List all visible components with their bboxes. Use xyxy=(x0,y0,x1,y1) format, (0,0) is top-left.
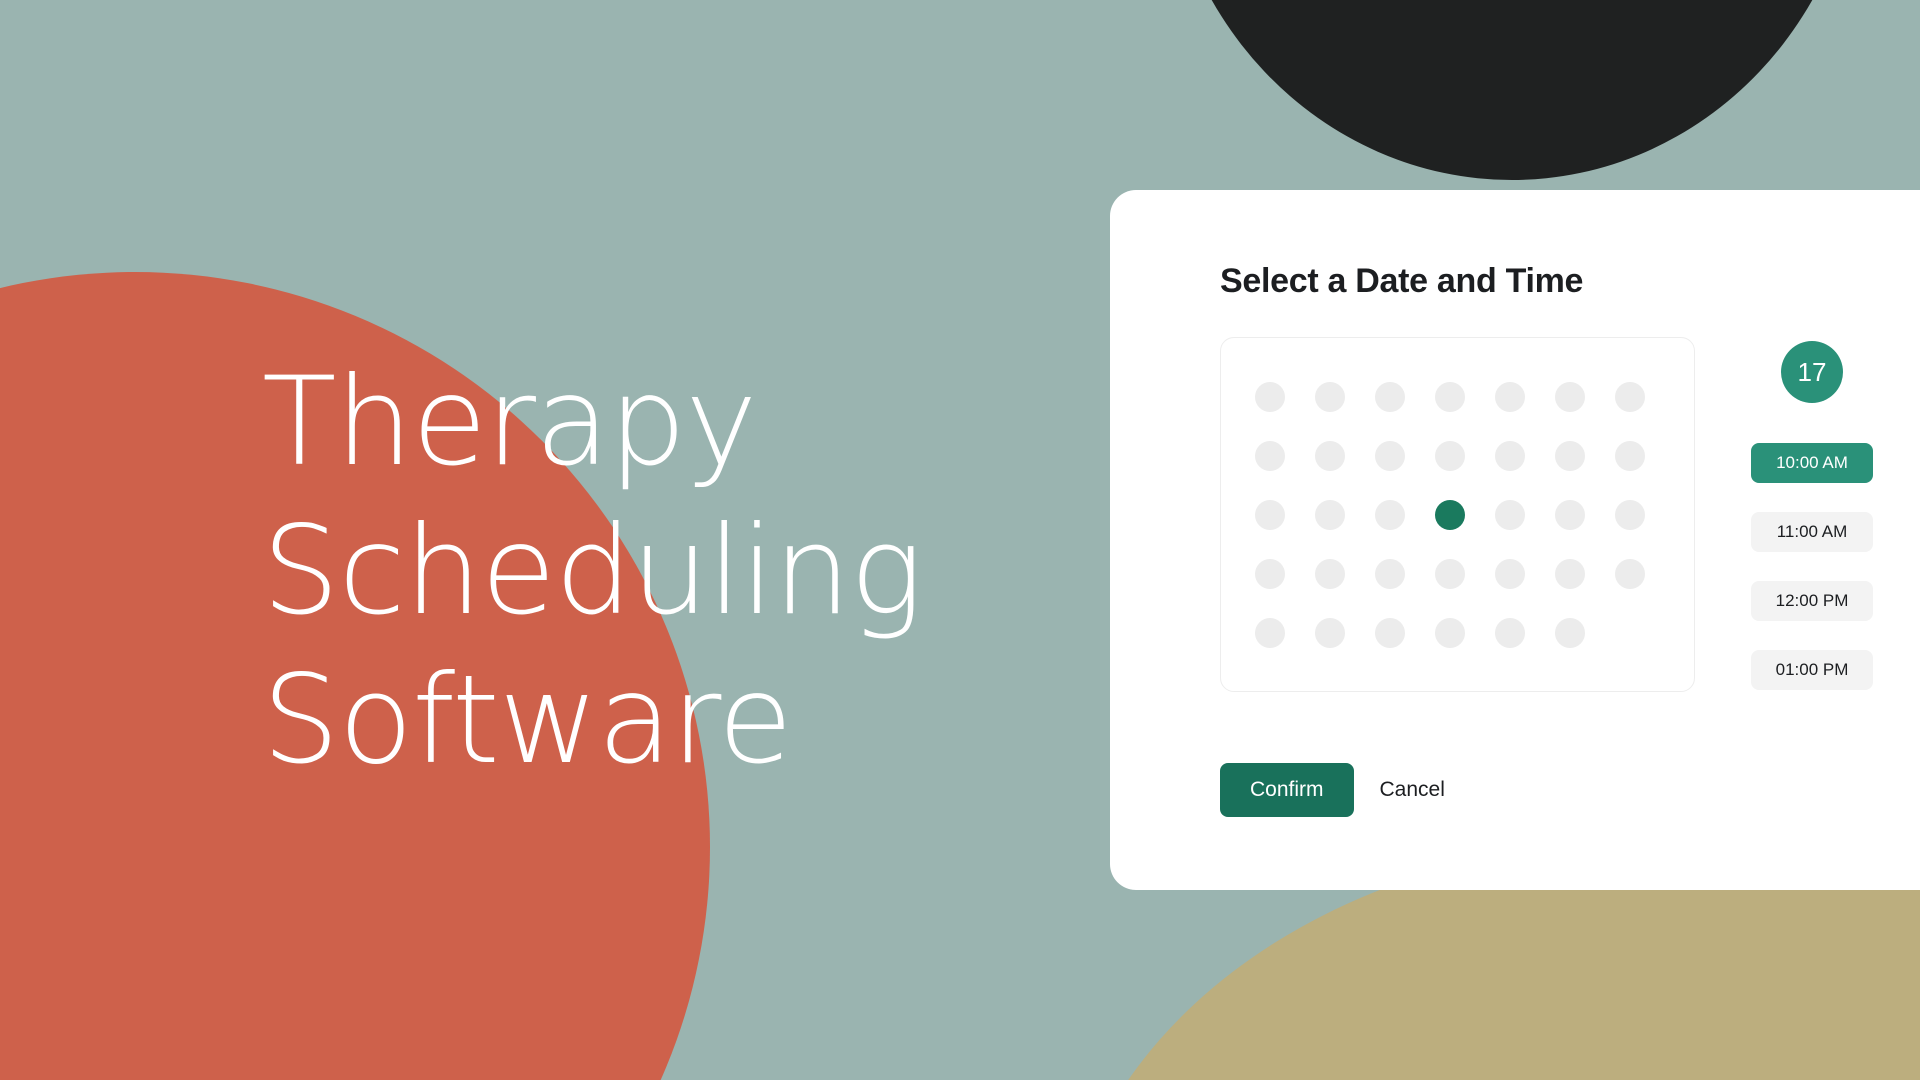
cancel-button[interactable]: Cancel xyxy=(1376,772,1449,808)
calendar-day-dot[interactable] xyxy=(1375,559,1405,589)
card-body: 17 10:00 AM 11:00 AM 12:00 PM 01:00 PM xyxy=(1220,337,1920,719)
calendar-day-dot[interactable] xyxy=(1255,618,1285,648)
calendar-row xyxy=(1255,559,1660,589)
calendar-day-dot[interactable] xyxy=(1615,559,1645,589)
calendar-day-dot[interactable] xyxy=(1315,618,1345,648)
calendar-row xyxy=(1255,618,1660,648)
page-title: Therapy Scheduling Software xyxy=(262,351,923,791)
calendar-day-dot[interactable] xyxy=(1435,382,1465,412)
calendar-day-dot[interactable] xyxy=(1495,500,1525,530)
calendar-day-dot[interactable] xyxy=(1255,441,1285,471)
calendar-day-dot[interactable] xyxy=(1315,382,1345,412)
card-heading: Select a Date and Time xyxy=(1220,262,1584,300)
calendar-day-dot[interactable] xyxy=(1495,441,1525,471)
calendar-day-dot[interactable] xyxy=(1555,500,1585,530)
calendar-day-dot[interactable] xyxy=(1435,559,1465,589)
calendar-day-dot[interactable] xyxy=(1495,618,1525,648)
calendar-day-dot[interactable] xyxy=(1435,441,1465,471)
calendar-day-dot[interactable] xyxy=(1315,559,1345,589)
selected-date-badge[interactable]: 17 xyxy=(1781,341,1843,403)
calendar-day-dot[interactable] xyxy=(1495,382,1525,412)
calendar-day-dot[interactable] xyxy=(1495,559,1525,589)
calendar-day-dot[interactable] xyxy=(1375,441,1405,471)
calendar-day-dot[interactable] xyxy=(1615,382,1645,412)
calendar-day-dot[interactable] xyxy=(1255,559,1285,589)
time-slot[interactable]: 11:00 AM xyxy=(1751,512,1873,552)
card-actions: Confirm Cancel xyxy=(1220,763,1920,817)
calendar-row xyxy=(1255,441,1660,471)
calendar-day-dot[interactable] xyxy=(1555,382,1585,412)
calendar-day-dot[interactable] xyxy=(1555,618,1585,648)
calendar-day-dot[interactable] xyxy=(1555,441,1585,471)
scheduler-card: Select a Date and Time 17 10:00 AM 11:00 … xyxy=(1110,190,1920,890)
time-slot[interactable]: 10:00 AM xyxy=(1751,443,1873,483)
calendar-day-dot[interactable] xyxy=(1255,382,1285,412)
hero-section: Therapy Scheduling Software xyxy=(262,348,1022,794)
calendar-day-dot[interactable] xyxy=(1315,441,1345,471)
calendar-row xyxy=(1255,382,1660,412)
calendar-row xyxy=(1255,500,1660,530)
calendar-day-selected[interactable] xyxy=(1435,500,1465,530)
calendar-day-dot[interactable] xyxy=(1615,500,1645,530)
calendar-day-dot[interactable] xyxy=(1255,500,1285,530)
calendar-day-dot[interactable] xyxy=(1375,500,1405,530)
calendar-day-dot[interactable] xyxy=(1435,618,1465,648)
calendar-day-dot[interactable] xyxy=(1375,382,1405,412)
calendar-day-dot[interactable] xyxy=(1375,618,1405,648)
calendar-day-dot[interactable] xyxy=(1555,559,1585,589)
time-slot[interactable]: 12:00 PM xyxy=(1751,581,1873,621)
calendar-dot-grid[interactable] xyxy=(1220,337,1695,692)
calendar-day-dot[interactable] xyxy=(1615,441,1645,471)
date-time-column: 17 10:00 AM 11:00 AM 12:00 PM 01:00 PM xyxy=(1751,337,1873,719)
confirm-button[interactable]: Confirm xyxy=(1220,763,1354,817)
time-slot-list: 10:00 AM 11:00 AM 12:00 PM 01:00 PM xyxy=(1751,443,1873,719)
calendar-day-dot[interactable] xyxy=(1315,500,1345,530)
time-slot[interactable]: 01:00 PM xyxy=(1751,650,1873,690)
